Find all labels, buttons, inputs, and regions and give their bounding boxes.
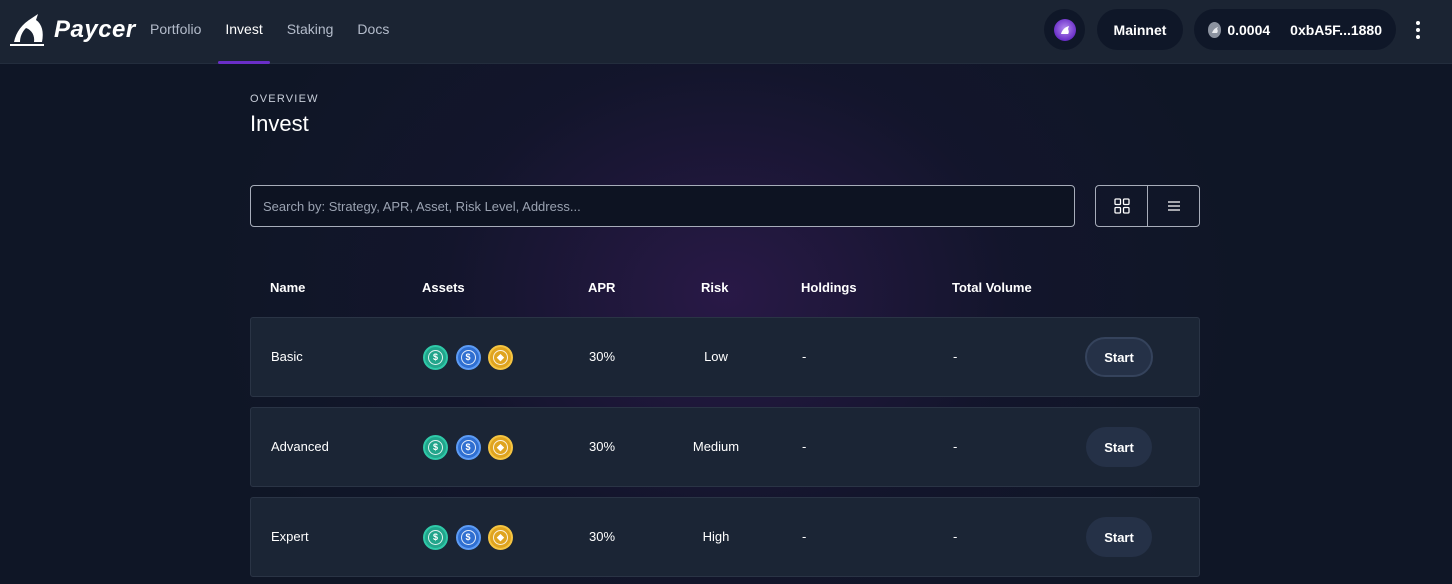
asset-icons: $ $ ◆: [423, 525, 521, 550]
strategy-total-volume: -: [953, 349, 958, 364]
brand-name: Paycer: [54, 16, 136, 43]
wallet-button[interactable]: 0.0004 0xbA5F...1880: [1194, 9, 1396, 50]
list-view-icon: [1167, 201, 1180, 211]
column-header-total-volume[interactable]: Total Volume: [952, 280, 1032, 295]
start-button[interactable]: Start: [1085, 337, 1153, 377]
profile-avatar-icon: [1053, 18, 1076, 41]
strategy-apr: 30%: [589, 529, 616, 544]
start-button[interactable]: Start: [1086, 427, 1152, 467]
strategy-holdings: -: [802, 349, 807, 364]
usdc-blue-icon: $: [455, 345, 481, 370]
strategy-name: Expert: [271, 529, 309, 544]
brand-logo[interactable]: Paycer: [8, 12, 136, 48]
nav-staking[interactable]: Staking: [287, 0, 334, 64]
asset-icons: $ $ ◆: [423, 435, 521, 460]
list-view-button[interactable]: [1147, 186, 1199, 226]
strategy-total-volume: -: [953, 439, 958, 454]
strategy-total-volume: -: [953, 529, 958, 544]
network-selector[interactable]: Mainnet: [1097, 9, 1183, 50]
start-button[interactable]: Start: [1086, 517, 1152, 557]
usdc-icon: $: [423, 525, 448, 550]
view-toggle: [1095, 185, 1200, 227]
column-header-apr[interactable]: APR: [588, 280, 615, 295]
strategy-name: Basic: [271, 349, 303, 364]
more-vertical-icon[interactable]: [1410, 18, 1426, 42]
page-eyebrow: OVERVIEW: [250, 93, 319, 105]
strategy-row-expert[interactable]: Expert $ $ ◆ 30% High - - Start: [250, 497, 1200, 577]
page-title: Invest: [250, 111, 309, 136]
busd-icon: ◆: [488, 525, 513, 550]
grid-view-icon: [1113, 198, 1130, 214]
strategy-row-advanced[interactable]: Advanced $ $ ◆ 30% Medium - - Start: [250, 407, 1200, 487]
coin-icon: [1208, 21, 1222, 38]
usdc-blue-icon: $: [455, 525, 481, 550]
invest-page: OVERVIEW Invest Name Assets APR Risk Hol…: [250, 64, 1200, 584]
column-header-holdings[interactable]: Holdings: [801, 280, 857, 295]
paycer-logo-icon: [10, 14, 44, 46]
column-header-assets[interactable]: Assets: [422, 280, 465, 295]
busd-icon: ◆: [488, 345, 513, 370]
usdc-icon: $: [423, 345, 448, 370]
strategy-risk: Medium: [692, 439, 740, 454]
column-header-risk[interactable]: Risk: [701, 280, 728, 295]
strategy-holdings: -: [802, 439, 807, 454]
usdc-icon: $: [423, 435, 448, 460]
strategy-name: Advanced: [271, 439, 329, 454]
strategy-apr: 30%: [589, 439, 616, 454]
top-navbar: Paycer Portfolio Invest Staking Docs Mai…: [0, 0, 1452, 64]
busd-icon: ◆: [488, 435, 513, 460]
strategy-row-basic[interactable]: Basic $ $ ◆ 30% Low - - Start: [250, 317, 1200, 397]
wallet-address: 0xbA5F...1880: [1290, 21, 1382, 38]
grid-view-button[interactable]: [1096, 186, 1147, 226]
search-input[interactable]: [250, 185, 1075, 227]
column-header-name[interactable]: Name: [270, 280, 305, 295]
profile-button[interactable]: [1044, 9, 1085, 50]
strategy-risk: Low: [704, 349, 728, 364]
asset-icons: $ $ ◆: [423, 345, 521, 370]
strategy-holdings: -: [802, 529, 807, 544]
usdc-blue-icon: $: [455, 435, 481, 460]
nav-docs[interactable]: Docs: [357, 0, 389, 64]
main-nav: Portfolio Invest Staking Docs: [150, 0, 413, 64]
nav-portfolio[interactable]: Portfolio: [150, 0, 201, 64]
nav-invest[interactable]: Invest: [218, 0, 271, 64]
wallet-balance: 0.0004: [1227, 21, 1271, 38]
strategy-risk: High: [702, 529, 730, 544]
strategy-apr: 30%: [589, 349, 616, 364]
